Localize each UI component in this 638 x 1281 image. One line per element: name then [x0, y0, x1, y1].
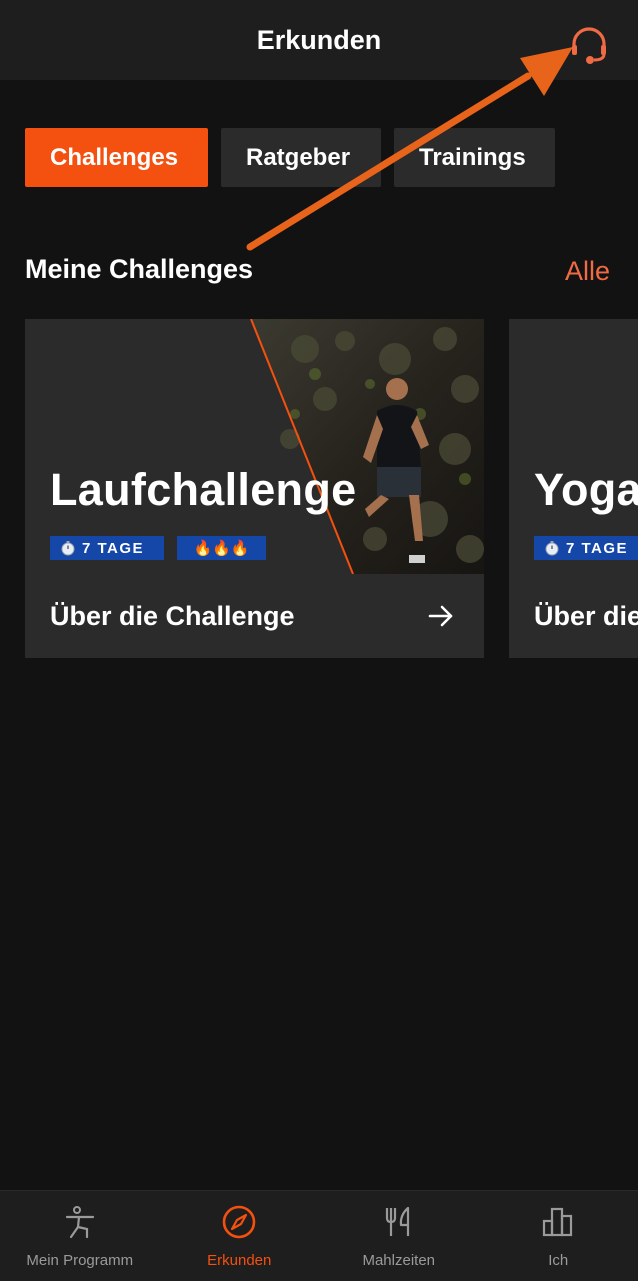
challenge-card-laufchallenge[interactable]: Laufchallenge 7 TAGE 🔥🔥🔥 Über die Challe… [25, 319, 484, 658]
duration-label: 7 TAGE [566, 540, 628, 557]
tab-trainings[interactable]: Trainings [394, 128, 555, 187]
fire-icon: 🔥🔥🔥 [193, 539, 249, 557]
nav-label: Erkunden [207, 1252, 271, 1269]
challenge-footer[interactable]: Über die Challenge [25, 574, 484, 658]
headset-icon [568, 26, 610, 66]
arrow-right-icon [428, 604, 454, 628]
tab-ratgeber[interactable]: Ratgeber [221, 128, 381, 187]
nav-label: Mahlzeiten [362, 1252, 435, 1269]
challenge-footer[interactable]: Über die [509, 574, 638, 658]
bar-chart-icon [541, 1205, 575, 1239]
top-bar: Erkunden [0, 0, 638, 80]
see-all-link[interactable]: Alle [565, 256, 610, 287]
challenge-title: Laufchallenge [50, 464, 356, 516]
challenge-card-yoga[interactable]: Yoga 7 TAGE Über die [509, 319, 638, 658]
challenge-footer-label: Über die Challenge [50, 601, 295, 632]
difficulty-badge: 🔥🔥🔥 [177, 536, 266, 560]
stopwatch-icon [60, 540, 76, 556]
nav-item-mahlzeiten[interactable]: Mahlzeiten [319, 1191, 479, 1281]
nav-item-ich[interactable]: Ich [479, 1191, 638, 1281]
compass-icon [221, 1204, 257, 1240]
challenge-title: Yoga [534, 464, 638, 516]
nav-label: Mein Programm [26, 1252, 133, 1269]
section-title: Meine Challenges [25, 254, 253, 285]
person-exercise-icon [63, 1205, 97, 1239]
stopwatch-icon [544, 540, 560, 556]
nav-item-mein-programm[interactable]: Mein Programm [0, 1191, 160, 1281]
fork-knife-icon [382, 1205, 416, 1239]
bottom-navigation: Mein Programm Erkunden Mahlzeiten [0, 1190, 638, 1281]
duration-label: 7 TAGE [82, 540, 144, 557]
category-tabs: Challenges Ratgeber Trainings [25, 128, 555, 187]
nav-label: Ich [548, 1252, 568, 1269]
tab-challenges[interactable]: Challenges [25, 128, 208, 187]
duration-badge: 7 TAGE [534, 536, 638, 560]
nav-item-erkunden[interactable]: Erkunden [160, 1191, 320, 1281]
page-title: Erkunden [257, 25, 382, 56]
support-button[interactable] [568, 26, 610, 66]
duration-badge: 7 TAGE [50, 536, 164, 560]
challenge-footer-label: Über die [534, 601, 638, 632]
